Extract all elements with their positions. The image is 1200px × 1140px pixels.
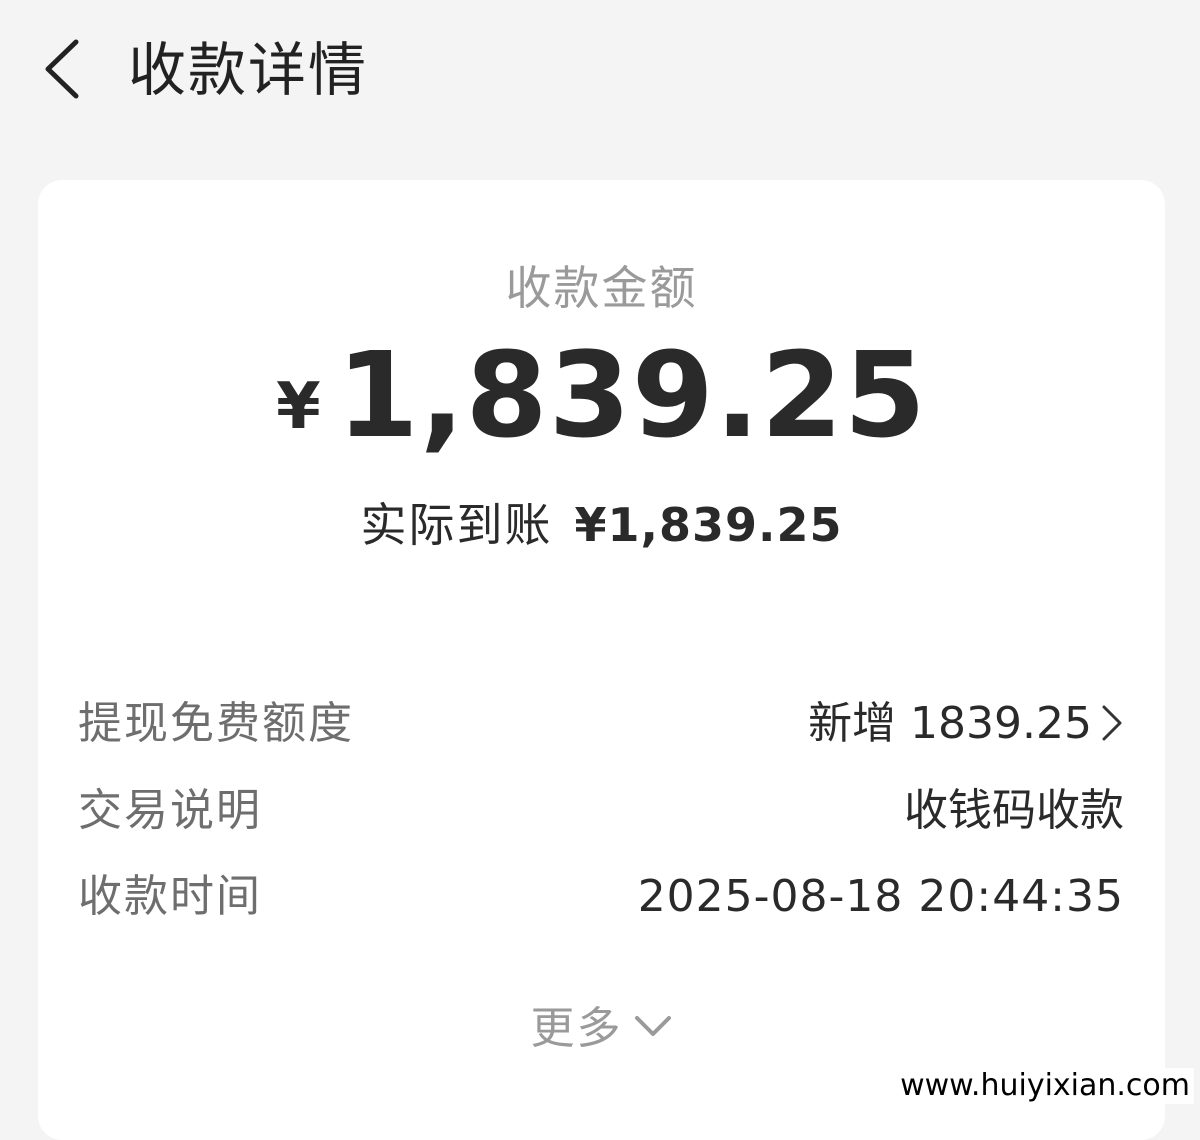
- amount-display: ¥1,839.25: [38, 330, 1165, 460]
- detail-value: 2025-08-18 20:44:35: [637, 871, 1124, 922]
- detail-label: 交易说明: [78, 785, 262, 836]
- more-label: 更多: [530, 1003, 623, 1054]
- detail-label: 收款时间: [78, 871, 262, 922]
- detail-row-description: 交易说明 收钱码收款: [78, 780, 1124, 842]
- amount-value: 1,839.25: [336, 326, 927, 464]
- detail-value: 收钱码收款: [904, 785, 1124, 836]
- detail-row-time: 收款时间 2025-08-18 20:44:35: [78, 866, 1124, 928]
- actual-received-row: 实际到账 ¥1,839.25: [38, 494, 1165, 556]
- back-button[interactable]: [36, 34, 96, 104]
- chevron-right-icon: [1102, 705, 1122, 741]
- detail-value: 新增 1839.25: [808, 693, 1124, 755]
- header-bar: 收款详情: [0, 0, 1200, 150]
- more-button[interactable]: 更多: [38, 998, 1165, 1060]
- actual-received-label: 实际到账: [360, 498, 553, 552]
- receipt-card: 收款金额 ¥1,839.25 实际到账 ¥1,839.25 提现免费额度 新增 1…: [38, 180, 1165, 1140]
- quota-value-text: 新增 1839.25: [808, 698, 1092, 749]
- currency-symbol: ¥: [276, 370, 321, 444]
- chevron-down-icon: [634, 1016, 671, 1036]
- chevron-left-icon: [45, 39, 79, 99]
- watermark-text: www.huiyixian.com: [896, 1068, 1194, 1104]
- detail-label: 提现免费额度: [78, 698, 354, 749]
- page-title: 收款详情: [128, 36, 369, 104]
- amount-label: 收款金额: [505, 261, 698, 315]
- detail-row-withdraw-quota[interactable]: 提现免费额度 新增 1839.25: [78, 693, 1124, 755]
- actual-received-value: ¥1,839.25: [574, 498, 843, 552]
